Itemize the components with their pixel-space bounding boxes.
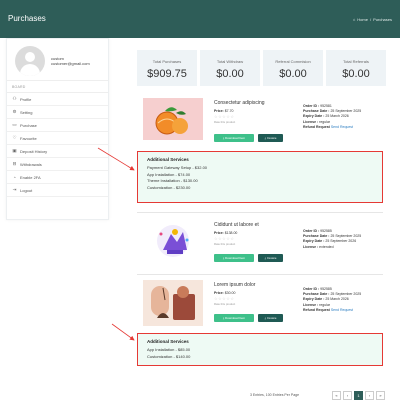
- first-page-button[interactable]: «: [332, 391, 341, 400]
- pagination-info: 3 Entries, 100 Entries Per Page: [250, 393, 300, 397]
- annotation-arrow: [111, 323, 135, 341]
- next-page-button[interactable]: ›: [365, 391, 374, 400]
- page-1-button[interactable]: 1: [354, 391, 363, 400]
- annotation-arrow: [97, 147, 135, 171]
- prev-page-button[interactable]: ‹: [343, 391, 352, 400]
- last-page-button[interactable]: »: [376, 391, 385, 400]
- pagination: « ‹ 1 › »: [332, 391, 385, 400]
- annotation-arrows: [97, 147, 135, 341]
